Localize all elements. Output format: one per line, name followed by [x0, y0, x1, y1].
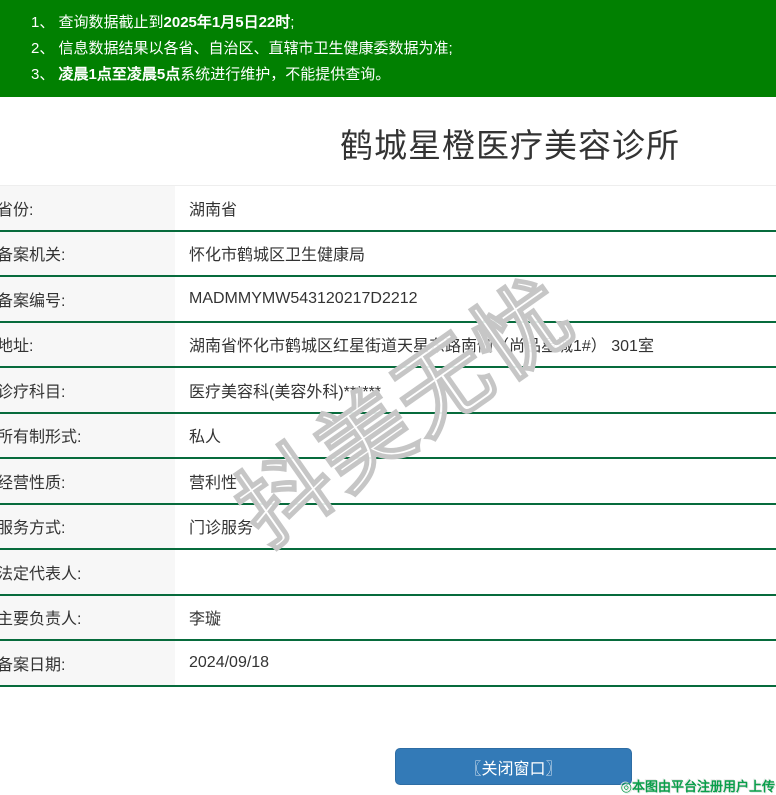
- notice-2-text: 2、 信息数据结果以各省、自治区、直辖市卫生健康委数据为准;: [31, 40, 453, 57]
- row-label: 服务方式:: [0, 504, 175, 548]
- row-label: 省份:: [0, 186, 175, 230]
- row-value: 李璇: [189, 611, 222, 629]
- row-value: 2024/09/18: [189, 653, 270, 671]
- row-value: 湖南省怀化市鹤城区红星街道天星东路南侧（尚品星城1#） 301室: [189, 338, 654, 356]
- row-label: 主要负责人:: [0, 595, 175, 639]
- table-row-service-mode: 服务方式: 门诊服务: [0, 504, 776, 550]
- table-row-treatment-subjects: 诊疗科目: 医疗美容科(美容外科)******: [0, 368, 776, 414]
- row-value: 门诊服务: [189, 520, 254, 538]
- row-value: [175, 550, 776, 594]
- table-row-filing-authority: 备案机关: 怀化市鹤城区卫生健康局: [0, 231, 776, 277]
- table-row-province: 省份: 湖南省: [0, 186, 776, 232]
- table-row-filing-date: 备案日期: 2024/09/18: [0, 641, 776, 687]
- row-value: 医疗美容科(美容外科)******: [189, 383, 382, 401]
- page: 1、 查询数据截止到2025年1月5日22时; 2、 信息数据结果以各省、自治区…: [0, 0, 776, 795]
- table-row-address: 地址: 湖南省怀化市鹤城区红星街道天星东路南侧（尚品星城1#） 301室: [0, 322, 776, 368]
- row-label: 备案机关:: [0, 231, 175, 275]
- row-label: 经营性质:: [0, 459, 175, 503]
- row-value: 私人: [189, 429, 222, 447]
- table-row-ownership-form: 所有制形式: 私人: [0, 413, 776, 459]
- info-table: 省份: 湖南省 备案机关: 怀化市鹤城区卫生健康局 备案编号: MADMMYMW…: [0, 185, 776, 687]
- row-label: 备案日期:: [0, 641, 175, 685]
- notice-bar: 1、 查询数据截止到2025年1月5日22时; 2、 信息数据结果以各省、自治区…: [0, 0, 776, 97]
- notice-line-2: 2、 信息数据结果以各省、自治区、直辖市卫生健康委数据为准;: [31, 36, 766, 62]
- table-row-filing-number: 备案编号: MADMMYMW543120217D2212: [0, 277, 776, 323]
- notice-3-bold: 凌晨1点至凌晨5点: [58, 66, 181, 83]
- notice-1-tail: ;: [290, 14, 295, 31]
- table-row-business-nature: 经营性质: 营利性: [0, 459, 776, 505]
- notice-1-text: 1、 查询数据截止到: [31, 14, 164, 31]
- upload-credit-watermark: ◎本图由平台注册用户上传: [620, 779, 775, 794]
- notice-1-bold: 2025年1月5日22时: [163, 14, 291, 31]
- row-label: 诊疗科目:: [0, 368, 175, 412]
- row-value: 营利性: [189, 474, 238, 492]
- notice-3-tail: 系统进行维护，不能提供查询。: [180, 66, 391, 83]
- row-label: 备案编号:: [0, 277, 175, 321]
- row-value: 怀化市鹤城区卫生健康局: [189, 247, 366, 265]
- row-label: 法定代表人:: [0, 550, 175, 594]
- close-window-button[interactable]: 〖关闭窗口〗: [395, 748, 632, 785]
- notice-line-1: 1、 查询数据截止到2025年1月5日22时;: [31, 10, 766, 36]
- row-value: MADMMYMW543120217D2212: [189, 289, 418, 307]
- notice-line-3: 3、 凌晨1点至凌晨5点系统进行维护，不能提供查询。: [31, 62, 766, 88]
- page-title: 鹤城星橙医疗美容诊所: [340, 127, 680, 164]
- table-row-legal-representative: 法定代表人:: [0, 550, 776, 596]
- row-label: 所有制形式:: [0, 413, 175, 457]
- row-value: 湖南省: [189, 201, 238, 219]
- row-label: 地址:: [0, 322, 175, 366]
- notice-3-text: 3、: [31, 66, 59, 83]
- table-row-person-in-charge: 主要负责人: 李璇: [0, 595, 776, 641]
